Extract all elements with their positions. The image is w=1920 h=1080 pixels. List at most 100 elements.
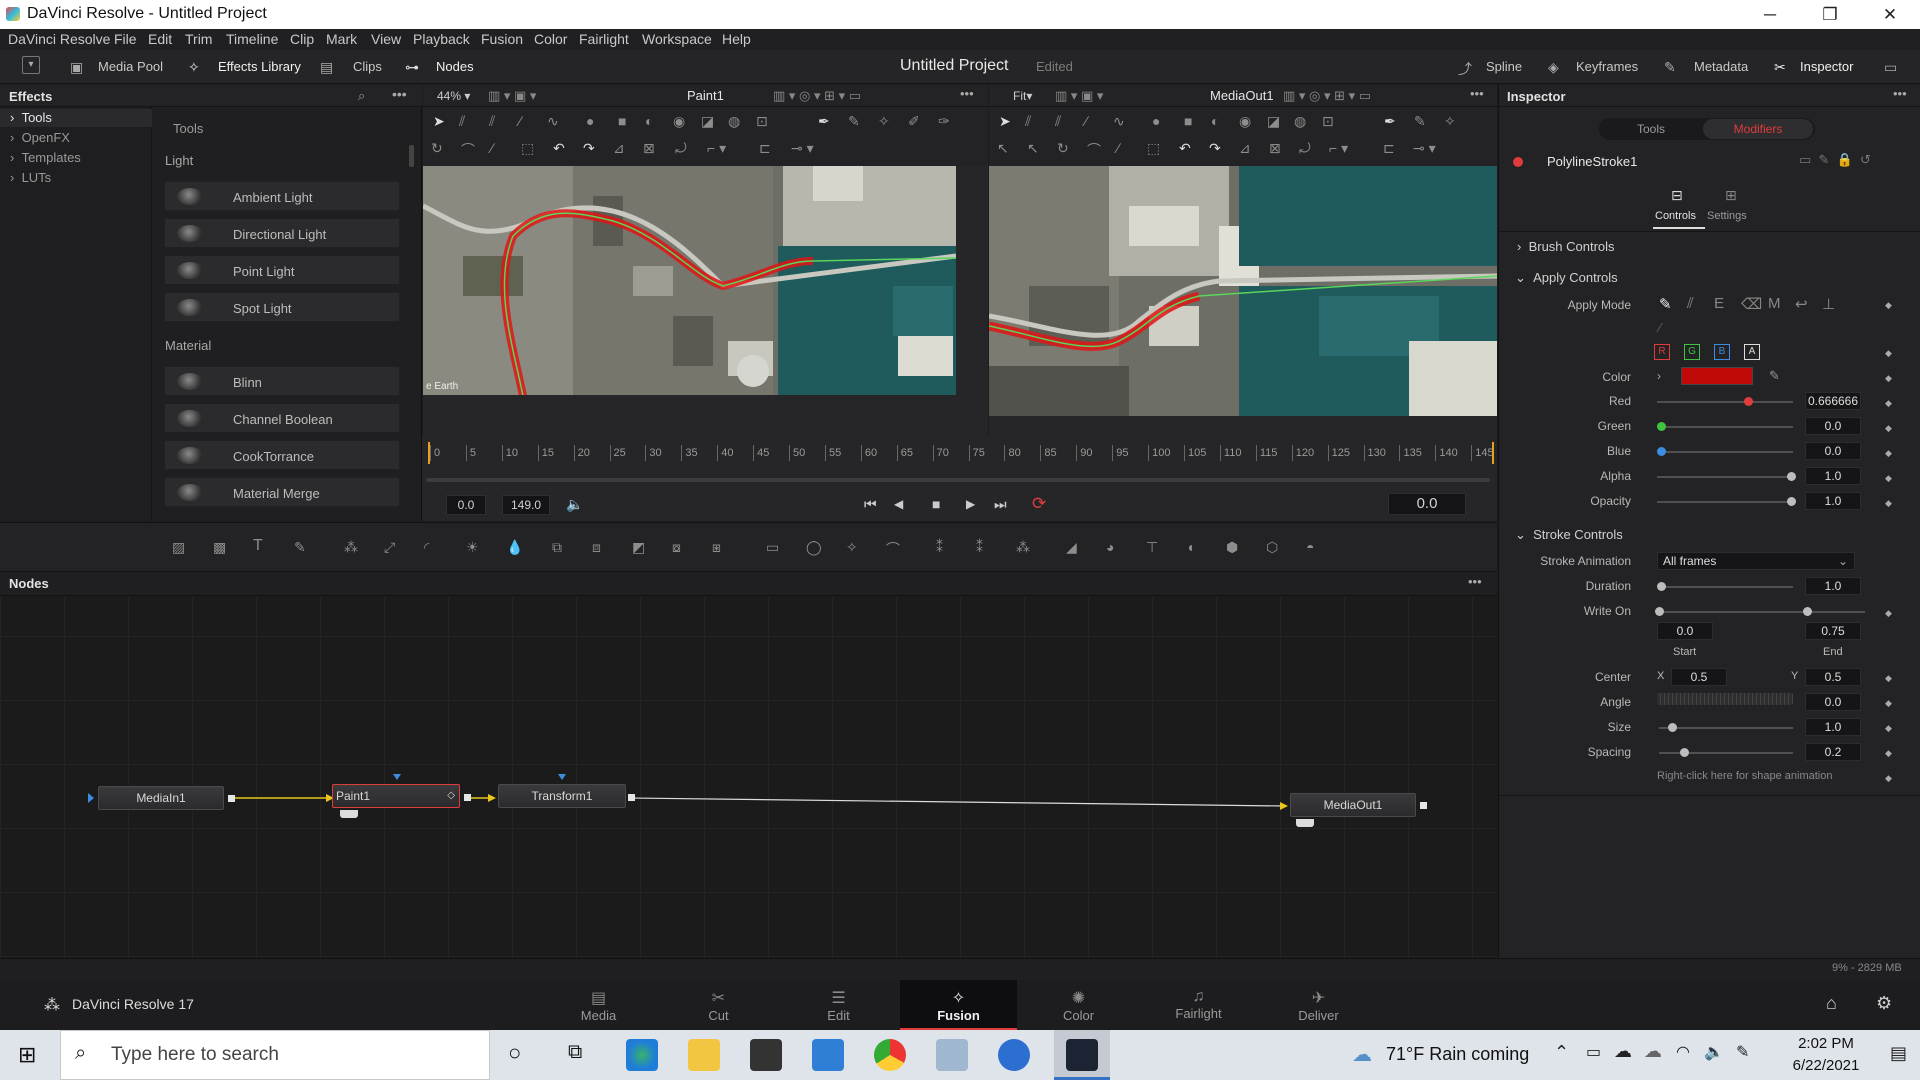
- stroke-icon[interactable]: ∕: [519, 113, 521, 129]
- pen-icon[interactable]: ✎: [1414, 113, 1426, 130]
- pen-add-icon[interactable]: ✒: [1384, 113, 1396, 130]
- apply-smear-icon[interactable]: ↩: [1795, 295, 1808, 313]
- mediaout1-mask-port[interactable]: [1296, 819, 1314, 827]
- node-mediain1[interactable]: MediaIn1: [98, 786, 224, 810]
- pen-delete-icon[interactable]: ✑: [938, 113, 950, 130]
- mail-icon[interactable]: [812, 1039, 844, 1071]
- collapse-panels-icon[interactable]: ▾: [22, 56, 40, 74]
- clock-time[interactable]: 2:02 PM: [1784, 1035, 1868, 1052]
- viewer1-zoom[interactable]: 44% ▾: [437, 89, 470, 103]
- write-on-start-knob[interactable]: [1655, 607, 1664, 616]
- page-fusion[interactable]: ✧ Fusion: [900, 980, 1017, 1030]
- keyframe-icon[interactable]: ◆: [1885, 448, 1892, 459]
- menu-davinci-resolve[interactable]: DaVinci Resolve: [8, 31, 110, 47]
- viewer1-layout-icon[interactable]: ▥ ▾ ▣ ▾: [488, 88, 536, 104]
- fill-icon[interactable]: ◉: [673, 113, 685, 130]
- global-end-field[interactable]: 149.0: [502, 495, 550, 515]
- channel-tool-icon[interactable]: ◩: [632, 539, 645, 556]
- photos-icon[interactable]: [936, 1039, 968, 1071]
- delete-point-icon[interactable]: ⊠: [1269, 140, 1281, 157]
- write-on-end-knob[interactable]: [1803, 607, 1812, 616]
- size-value[interactable]: 1.0: [1805, 718, 1861, 736]
- edge-icon[interactable]: [626, 1039, 658, 1071]
- apply-color-icon[interactable]: ✎: [1659, 295, 1672, 313]
- pen-add-icon[interactable]: ✒: [818, 113, 830, 130]
- color-curves-tool-icon[interactable]: ⤢: [384, 539, 395, 556]
- point-icon[interactable]: ✧: [1444, 113, 1456, 130]
- brightness-contrast-icon[interactable]: ☀: [466, 539, 479, 556]
- image-tool-icon[interactable]: ▩: [213, 539, 226, 556]
- mediaout1-output-port[interactable]: [1420, 802, 1427, 809]
- paint-group-icon[interactable]: ◐: [1211, 113, 1219, 129]
- blur-tool-icon[interactable]: 💧: [506, 539, 523, 556]
- select-tool-icon[interactable]: ➤: [433, 113, 445, 130]
- red-slider-knob[interactable]: [1743, 397, 1753, 406]
- lock-point-icon[interactable]: ⊸ ▾: [1413, 140, 1436, 157]
- reduce-points-icon[interactable]: ⌐ ▾: [1329, 140, 1348, 157]
- red-value[interactable]: 0.666666: [1805, 392, 1861, 410]
- size-slider-knob[interactable]: [1668, 723, 1677, 732]
- menu-trim[interactable]: Trim: [185, 31, 212, 47]
- wand-icon[interactable]: ◍: [728, 113, 740, 130]
- green-slider-knob[interactable]: [1657, 422, 1666, 431]
- tab-tools[interactable]: Tools: [1599, 118, 1703, 140]
- spotlight3d-icon[interactable]: ◓: [1306, 539, 1314, 555]
- menu-clip[interactable]: Clip: [290, 31, 314, 47]
- transform-rotate-icon[interactable]: ↖: [1027, 140, 1039, 157]
- loader-tool-icon[interactable]: ⧉: [552, 539, 562, 556]
- reduce-points-icon[interactable]: ⌐ ▾: [707, 140, 726, 157]
- delete-point-icon[interactable]: ⊠: [643, 140, 655, 157]
- keyframe-icon[interactable]: ◆: [1885, 698, 1892, 709]
- page-media[interactable]: ▤ Media: [540, 980, 657, 1030]
- keyframe-icon[interactable]: ◆: [1885, 398, 1892, 409]
- keyframe-icon[interactable]: ◆: [1885, 748, 1892, 759]
- blue-slider[interactable]: [1657, 451, 1793, 453]
- link-icon[interactable]: ⤾: [1299, 140, 1311, 157]
- tool-header-icons[interactable]: ▭ ✎ 🔒 ↺: [1799, 152, 1871, 168]
- shape-animation-hint[interactable]: Right-click here for shape animation: [1657, 770, 1832, 782]
- apply-erase-icon[interactable]: ⌫: [1741, 295, 1762, 313]
- multistroke-icon[interactable]: ⫽: [1025, 113, 1031, 130]
- apply-controls-section[interactable]: ⌄ Apply Controls: [1515, 270, 1618, 286]
- green-slider[interactable]: [1657, 426, 1793, 428]
- menu-color[interactable]: Color: [534, 31, 567, 47]
- page-cut[interactable]: ✂ Cut: [660, 980, 777, 1030]
- fullscreen-icon[interactable]: ▭: [1884, 59, 1897, 76]
- playhead[interactable]: [428, 442, 430, 464]
- metadata-button[interactable]: Metadata: [1694, 59, 1748, 74]
- menu-help[interactable]: Help: [722, 31, 751, 47]
- color-corrector-icon[interactable]: ◜: [424, 539, 429, 556]
- render-end-marker[interactable]: [1492, 442, 1494, 464]
- tray-chevron-up-icon[interactable]: ⌃: [1554, 1042, 1569, 1063]
- camera3d-icon[interactable]: ◖: [1186, 539, 1194, 555]
- tool-material-merge[interactable]: Material Merge: [164, 477, 400, 507]
- viewer1-options-icon[interactable]: ▥ ▾ ◎ ▾ ⊞ ▾ ▭: [773, 88, 861, 104]
- angle-dial[interactable]: [1657, 693, 1793, 705]
- background-tool-icon[interactable]: ▨: [172, 539, 185, 556]
- keyframe-icon[interactable]: ◆: [1885, 773, 1892, 784]
- multistroke-icon[interactable]: ⫽: [459, 113, 465, 130]
- menu-fairlight[interactable]: Fairlight: [579, 31, 629, 47]
- transform1-output-port[interactable]: [628, 794, 635, 801]
- menu-mark[interactable]: Mark: [326, 31, 357, 47]
- clock-date[interactable]: 6/22/2021: [1784, 1057, 1868, 1074]
- tab-modifiers[interactable]: Modifiers: [1703, 119, 1813, 139]
- text3d-icon[interactable]: ◕: [1106, 539, 1114, 555]
- store-icon[interactable]: [750, 1039, 782, 1071]
- file-explorer-icon[interactable]: [688, 1039, 720, 1071]
- spacing-slider-knob[interactable]: [1680, 748, 1689, 757]
- menu-playback[interactable]: Playback: [413, 31, 470, 47]
- text-tool-icon[interactable]: T: [253, 537, 263, 555]
- global-start-field[interactable]: 0.0: [446, 495, 486, 515]
- timeline-scrollbar[interactable]: [426, 478, 1490, 482]
- keyframe-icon[interactable]: ◆: [1885, 423, 1892, 434]
- apply-wire-icon[interactable]: ∕: [1659, 320, 1661, 335]
- shape-icon[interactable]: ⊏: [759, 140, 771, 157]
- tool-channel-boolean[interactable]: Channel Boolean: [164, 403, 400, 433]
- circle-icon[interactable]: ●: [1152, 113, 1160, 129]
- color-expand-icon[interactable]: ›: [1657, 369, 1661, 383]
- tool-ambient-light[interactable]: Ambient Light: [164, 181, 400, 211]
- duration-slider[interactable]: [1659, 586, 1793, 588]
- gear-icon[interactable]: ⚙: [1876, 993, 1892, 1014]
- smooth-icon[interactable]: ↷: [1209, 140, 1221, 157]
